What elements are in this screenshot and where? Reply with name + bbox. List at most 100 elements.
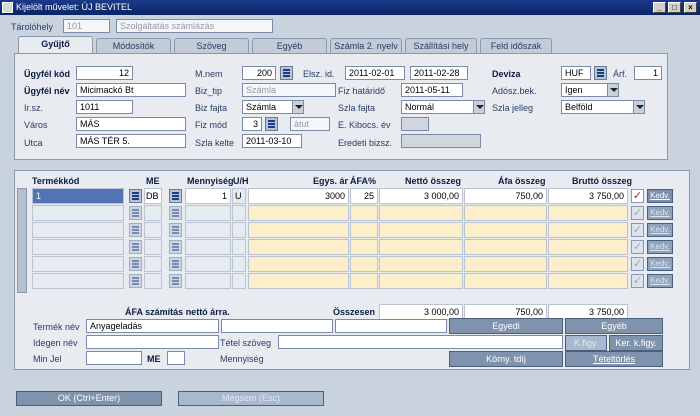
termekkod-picker-icon[interactable] (129, 257, 142, 271)
teteltorles-button[interactable]: Tételtörlés (565, 351, 663, 367)
cell-brutto[interactable] (548, 256, 628, 272)
minjel-field[interactable] (86, 351, 142, 365)
cell-me[interactable] (144, 256, 162, 272)
fizhatarido-field[interactable]: 2011-05-11 (401, 83, 463, 97)
cell-egysar[interactable] (248, 222, 349, 238)
termekkod-picker-icon[interactable] (129, 240, 142, 254)
ugyfelnev-field[interactable]: Micimackó Bt (76, 83, 186, 97)
cell-uh[interactable] (232, 256, 246, 272)
cell-termekkod[interactable] (32, 273, 124, 289)
me-picker-icon[interactable] (169, 189, 182, 203)
adoszbek-select[interactable]: Igen (561, 83, 619, 97)
cell-uh[interactable] (232, 273, 246, 289)
cell-netto[interactable] (379, 239, 463, 255)
cell-afaosszeg[interactable] (464, 205, 547, 221)
termekkod-picker-icon[interactable] (129, 189, 142, 203)
cell-afa[interactable] (350, 205, 378, 221)
row-checkmark-icon[interactable]: ✓ (631, 257, 644, 271)
cell-uh[interactable] (232, 222, 246, 238)
szlajelleg-select[interactable]: Belföld (561, 100, 645, 114)
kedv-button[interactable]: Kedv. (647, 223, 673, 237)
row-checkmark-icon[interactable]: ✓ (631, 189, 644, 203)
cell-brutto[interactable] (548, 205, 628, 221)
row-checkmark-icon[interactable]: ✓ (631, 274, 644, 288)
close-button[interactable]: × (684, 2, 697, 13)
cell-mennyiseg[interactable] (185, 273, 231, 289)
tab-egyeb[interactable]: Egyéb (252, 38, 327, 53)
maximize-button[interactable]: □ (668, 2, 681, 13)
cell-egysar[interactable] (248, 273, 349, 289)
cell-egysar[interactable] (248, 239, 349, 255)
tab-feld-idoszak[interactable]: Feld időszak (480, 38, 552, 53)
row-checkmark-icon[interactable]: ✓ (631, 206, 644, 220)
cell-netto[interactable]: 3 000,00 (379, 188, 463, 204)
cell-afaosszeg[interactable] (464, 256, 547, 272)
cell-me[interactable]: DB (144, 188, 162, 204)
cell-egysar[interactable]: 3000 (248, 188, 349, 204)
termeknev-field-2[interactable] (221, 319, 333, 333)
cell-mennyiseg[interactable] (185, 222, 231, 238)
mnem-picker-icon[interactable] (280, 66, 293, 80)
tetelszoveg-field[interactable] (278, 335, 563, 349)
kedv-button[interactable]: Kedv. (647, 240, 673, 254)
me-picker-icon[interactable] (169, 274, 182, 288)
tab-modositok[interactable]: Módosítók (96, 38, 171, 53)
megsem-button[interactable]: Mégsem (Esc) (178, 391, 324, 406)
cell-brutto[interactable] (548, 222, 628, 238)
ekibocs-field[interactable] (401, 117, 429, 131)
cell-afaosszeg[interactable] (464, 273, 547, 289)
cell-mennyiseg[interactable] (185, 256, 231, 272)
egyeb-button[interactable]: Egyéb (565, 318, 663, 334)
cell-mennyiseg[interactable] (185, 239, 231, 255)
row-checkmark-icon[interactable]: ✓ (631, 240, 644, 254)
chevron-down-icon[interactable] (633, 101, 644, 113)
cell-termekkod[interactable] (32, 222, 124, 238)
cell-termekkod[interactable] (32, 239, 124, 255)
szolgaltatas-field[interactable]: Szolgáltatás számlázás (116, 19, 273, 33)
mnem-field[interactable]: 200 (242, 66, 276, 80)
cell-netto[interactable] (379, 222, 463, 238)
utca-field[interactable]: MÁS TÉR 5. (76, 134, 186, 148)
cell-egysar[interactable] (248, 256, 349, 272)
termekkod-picker-icon[interactable] (129, 223, 142, 237)
kedv-button[interactable]: Kedv. (647, 274, 673, 288)
me-picker-icon[interactable] (169, 257, 182, 271)
bizfajta-select[interactable]: Számla (242, 100, 304, 114)
idegennev-field[interactable] (86, 335, 219, 349)
ok-button[interactable]: OK (Ctrl+Enter) (16, 391, 162, 406)
cell-afa[interactable] (350, 222, 378, 238)
kedv-button[interactable]: Kedv. (647, 189, 673, 203)
cell-mennyiseg[interactable]: 1 (185, 188, 231, 204)
termeknev-field[interactable]: Anyageladás (86, 319, 219, 333)
cell-afa[interactable] (350, 273, 378, 289)
chevron-down-icon[interactable] (473, 101, 484, 113)
fizmod-picker-icon[interactable] (265, 117, 278, 131)
cell-me[interactable] (144, 222, 162, 238)
cell-netto[interactable] (379, 205, 463, 221)
chevron-down-icon[interactable] (292, 101, 303, 113)
tab-szoveg[interactable]: Szöveg (174, 38, 249, 53)
cell-termekkod[interactable] (32, 205, 124, 221)
me-picker-icon[interactable] (169, 240, 182, 254)
cell-me[interactable] (144, 239, 162, 255)
kerkfigy-button[interactable]: Ker. k.figy. (609, 335, 663, 351)
termeknev-field-3[interactable] (335, 319, 447, 333)
cell-egysar[interactable] (248, 205, 349, 221)
kfigy-button[interactable]: K.figy. (565, 335, 607, 351)
cell-afaosszeg[interactable]: 750,00 (464, 188, 547, 204)
kornytdij-button[interactable]: Körny. tdíj (449, 351, 563, 367)
szlakelte-field[interactable]: 2011-03-10 (242, 134, 302, 148)
me-picker-icon[interactable] (169, 206, 182, 220)
cell-brutto[interactable]: 3 750,00 (548, 188, 628, 204)
termekkod-picker-icon[interactable] (129, 274, 142, 288)
cell-termekkod[interactable] (32, 256, 124, 272)
cell-afa[interactable] (350, 239, 378, 255)
cell-afaosszeg[interactable] (464, 222, 547, 238)
tab-gyujto[interactable]: Gyűjtő (18, 36, 93, 54)
szlafajta-select[interactable]: Normál (401, 100, 485, 114)
arf-field[interactable]: 1 (634, 66, 662, 80)
cell-afa[interactable] (350, 256, 378, 272)
minimize-button[interactable]: _ (653, 2, 666, 13)
cell-mennyiseg[interactable] (185, 205, 231, 221)
cell-me[interactable] (144, 273, 162, 289)
